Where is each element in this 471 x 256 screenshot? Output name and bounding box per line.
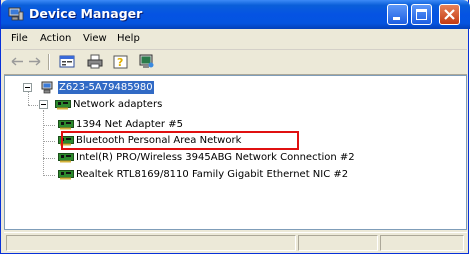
maximize-button[interactable] [411,4,432,25]
scan-hardware-icon[interactable] [138,53,156,70]
tree-connector [43,158,55,159]
status-pane [298,235,378,251]
highlight-annotation-box [61,131,299,150]
close-button[interactable] [439,4,460,25]
tree-root-label[interactable]: Z623-5A79485980 [58,81,154,94]
device-manager-window: Device Manager File Action View Help ? Z… [0,0,470,254]
status-pane [6,235,296,251]
device-tree[interactable]: Z623-5A79485980 Network adapters 1394 Ne… [4,75,467,230]
device-label[interactable]: Realtek RTL8169/8110 Family Gigabit Ethe… [76,168,348,181]
tree-connector [43,110,44,176]
toolbar-separator [48,54,50,70]
tree-connector [43,125,55,126]
menu-help[interactable]: Help [117,33,140,44]
svg-text:?: ? [117,56,123,69]
menu-view[interactable]: View [83,33,107,44]
print-icon[interactable] [86,53,104,70]
category-label[interactable]: Network adapters [73,98,162,111]
menu-file[interactable]: File [11,33,28,44]
collapse-toggle[interactable] [39,100,48,109]
status-pane [380,235,464,251]
help-icon[interactable]: ? [112,53,130,70]
menu-bar: File Action View Help [4,30,467,50]
back-arrow-icon[interactable] [9,53,27,70]
tree-connector [43,141,55,142]
device-label[interactable]: Intel(R) PRO/Wireless 3945ABG Network Co… [76,151,355,164]
network-adapter-icon [58,169,74,180]
network-adapter-icon [58,119,74,130]
collapse-toggle[interactable] [23,83,32,92]
computer-icon [41,81,55,94]
minimize-button[interactable] [387,4,408,25]
tree-connector [28,105,38,106]
window-title: Device Manager [29,6,143,21]
status-bar [4,232,467,253]
device-label[interactable]: 1394 Net Adapter #5 [76,118,183,131]
properties-icon[interactable] [58,53,76,70]
toolbar: ? [4,50,467,75]
network-adapter-icon [55,99,71,110]
menu-action[interactable]: Action [40,33,71,44]
title-bar[interactable]: Device Manager [1,0,470,29]
network-adapter-icon [58,152,74,163]
forward-arrow-icon[interactable] [26,53,44,70]
tree-connector [43,175,55,176]
device-manager-icon [8,7,24,21]
